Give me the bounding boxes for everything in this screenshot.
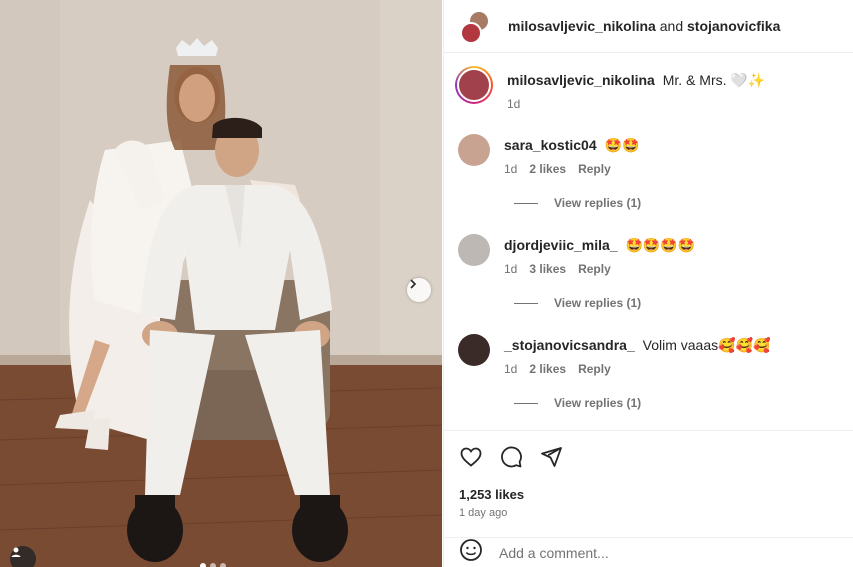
comment-item: sara_kostic04 🤩🤩 1d 2 likes Reply — [458, 134, 639, 176]
paper-plane-icon[interactable] — [539, 445, 563, 469]
post-time: 1 day ago — [459, 507, 508, 519]
reply-button[interactable]: Reply — [578, 362, 611, 376]
divider — [514, 302, 538, 304]
avatar — [460, 22, 482, 44]
comment-username[interactable]: _stojanovicsandra_ — [504, 337, 635, 353]
carousel-dot — [210, 563, 216, 567]
view-replies-button[interactable]: View replies (1) — [514, 196, 641, 210]
carousel-dot — [200, 563, 206, 567]
post-actions: 1,253 likes 1 day ago — [444, 430, 853, 519]
avatar[interactable] — [458, 334, 490, 366]
add-comment-bar — [444, 537, 853, 567]
caption-username[interactable]: milosavljevic_nikolina — [507, 72, 655, 88]
and-text: and — [659, 18, 684, 34]
comment-time: 1d — [504, 162, 518, 176]
comment-item: _stojanovicsandra_ Volim vaaas🥰🥰🥰 1d 2 l… — [458, 334, 770, 376]
avatar[interactable] — [458, 234, 490, 266]
user-tag-icon — [11, 547, 21, 557]
post-authors: milosavljevic_nikolina and stojanovicfik… — [508, 18, 780, 34]
author-username-2[interactable]: stojanovicfika — [687, 18, 780, 34]
post-side-panel: milosavljevic_nikolina and stojanovicfik… — [443, 0, 853, 567]
next-photo-button[interactable] — [407, 278, 431, 302]
comment-text: 🤩🤩🤩🤩 — [625, 237, 696, 253]
view-replies-button[interactable]: View replies (1) — [514, 296, 641, 310]
comment-item: djordjeviic_mila_ 🤩🤩🤩🤩 1d 3 likes Reply — [458, 234, 695, 276]
comment-likes[interactable]: 2 likes — [529, 362, 566, 376]
divider — [514, 402, 538, 404]
comment-time: 1d — [504, 262, 518, 276]
comment-input[interactable] — [499, 544, 799, 561]
caption-time: 1d — [507, 97, 521, 111]
wedding-couple-photo — [0, 0, 442, 567]
reply-button[interactable]: Reply — [578, 162, 611, 176]
tagged-users-button[interactable] — [10, 546, 36, 567]
story-ring-avatar[interactable] — [455, 66, 493, 104]
likes-count[interactable]: 1,253 likes — [459, 487, 524, 502]
view-replies-button[interactable]: View replies (1) — [514, 396, 641, 410]
post-header: milosavljevic_nikolina and stojanovicfik… — [444, 0, 853, 53]
heart-icon[interactable] — [459, 445, 483, 469]
avatar[interactable] — [458, 134, 490, 166]
view-replies-label: View replies (1) — [554, 296, 642, 310]
comment-text: Volim vaaas🥰🥰🥰 — [642, 337, 771, 353]
author-username-1[interactable]: milosavljevic_nikolina — [508, 18, 656, 34]
comment-time: 1d — [504, 362, 518, 376]
view-replies-label: View replies (1) — [554, 396, 642, 410]
collab-avatars[interactable] — [458, 8, 494, 44]
carousel-dot — [220, 563, 226, 567]
caption: milosavljevic_nikolina Mr. & Mrs. 🤍✨ 1d — [455, 66, 765, 111]
avatar — [457, 68, 491, 102]
comment-bubble-icon[interactable] — [499, 445, 523, 469]
post-photo[interactable] — [0, 0, 442, 567]
comment-text: 🤩🤩 — [604, 137, 640, 153]
smiley-icon[interactable] — [459, 538, 483, 567]
comment-likes[interactable]: 3 likes — [529, 262, 566, 276]
comment-likes[interactable]: 2 likes — [529, 162, 566, 176]
comment-username[interactable]: sara_kostic04 — [504, 137, 597, 153]
reply-button[interactable]: Reply — [578, 262, 611, 276]
comment-username[interactable]: djordjeviic_mila_ — [504, 237, 618, 253]
divider — [514, 202, 538, 204]
caption-text: Mr. & Mrs. 🤍✨ — [662, 72, 766, 88]
chevron-right-icon — [410, 279, 417, 289]
view-replies-label: View replies (1) — [554, 196, 642, 210]
carousel-dots — [200, 563, 226, 567]
